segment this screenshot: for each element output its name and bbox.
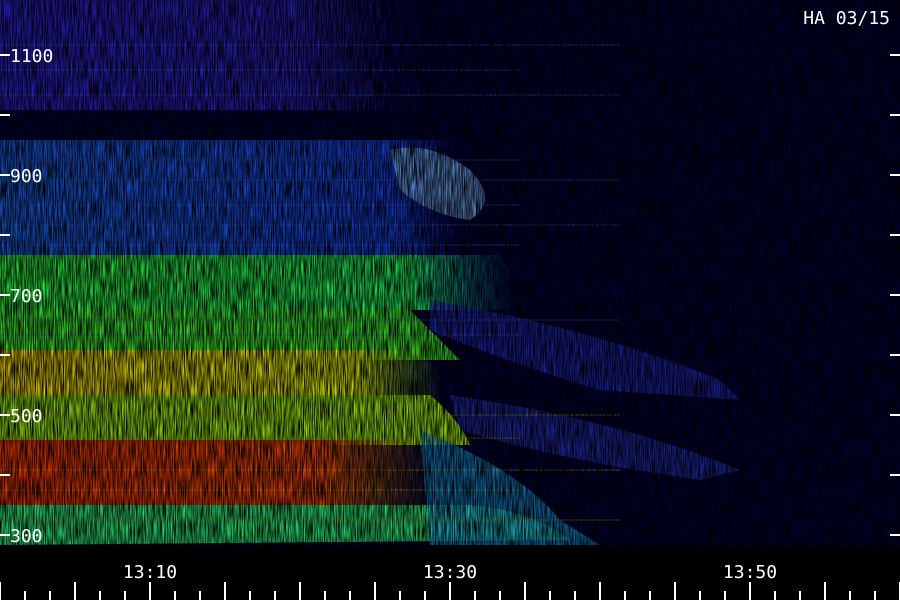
band-550: [0, 350, 443, 400]
y-tick-label: 900: [10, 166, 43, 187]
x-tick-label: 13:30: [423, 562, 477, 583]
spectrogram-emission: [0, 0, 900, 545]
x-tick-label: 13:10: [123, 562, 177, 583]
x-tick-label: 13:50: [723, 562, 777, 583]
y-tick-label: 300: [10, 526, 43, 547]
spectrogram-chart: 300 500 700 900 1100 13:10 13:30 13:50 HA 03/15: [0, 0, 900, 600]
chart-title: HA 03/15: [803, 8, 890, 29]
band-1100: [0, 0, 420, 110]
band-400: [0, 440, 430, 510]
y-tick-label: 700: [10, 286, 43, 307]
y-tick-label: 500: [10, 406, 43, 427]
y-tick-label: 1100: [10, 46, 53, 67]
